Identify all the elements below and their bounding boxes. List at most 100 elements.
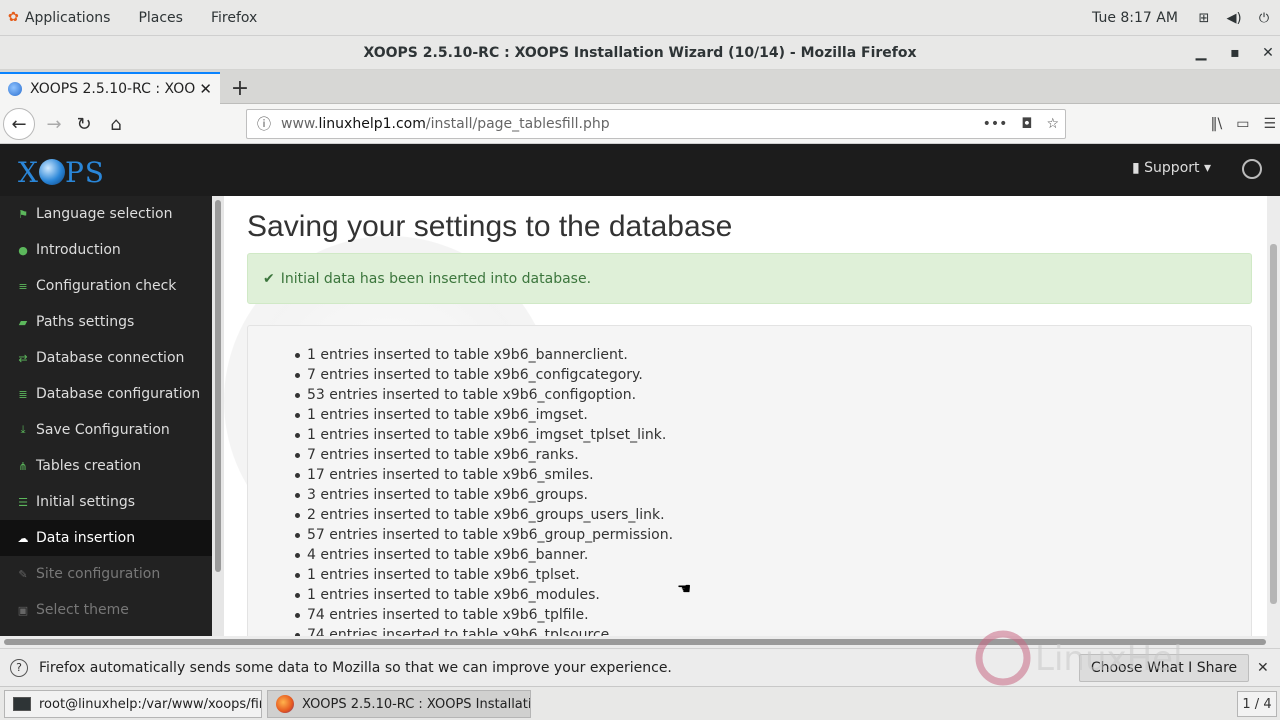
hamburger-menu-icon[interactable]: ☰ xyxy=(1263,116,1276,132)
sidebar-item-site-configuration: ✎ Site configuration xyxy=(0,556,212,592)
task-label: XOOPS 2.5.10-RC : XOOPS Installati... xyxy=(302,696,531,712)
forward-button[interactable]: → xyxy=(38,108,70,140)
logo-text-left: X xyxy=(18,156,39,189)
minimize-button[interactable]: ▁ xyxy=(1187,36,1215,70)
network-icon: ⊞ xyxy=(1198,10,1210,26)
list-item: 2 entries inserted to table x9b6_groups_… xyxy=(294,505,673,525)
sidebar-item-save-configuration[interactable]: ⤓ Save Configuration xyxy=(0,412,212,448)
power-icon: ⏻ xyxy=(1258,10,1270,26)
github-icon[interactable] xyxy=(1242,159,1262,179)
window-title: XOOPS 2.5.10-RC : XOOPS Installation Wiz… xyxy=(363,44,917,61)
sidebar-toggle-icon[interactable]: ▭ xyxy=(1236,116,1249,132)
sidebar-item-paths-settings[interactable]: ▰ Paths settings xyxy=(0,304,212,340)
horizontal-scroll-thumb[interactable] xyxy=(4,639,1266,645)
window-list-taskbar: root@linuxhelp:/var/www/xoops/fin... XOO… xyxy=(0,686,1280,720)
url-actions: ••• ◘ ☆ xyxy=(983,116,1059,132)
applications-menu[interactable]: ✿ Applications xyxy=(0,0,124,36)
url-bar[interactable]: ⓘ www.linuxhelp1.com/install/page_tables… xyxy=(246,109,1066,139)
page-title: Saving your settings to the database xyxy=(247,210,733,243)
sidebar-scroll-thumb[interactable] xyxy=(215,200,221,572)
list-item: 7 entries inserted to table x9b6_ranks. xyxy=(294,445,673,465)
data-collection-notification: ? Firefox automatically sends some data … xyxy=(0,648,1280,686)
pencil-icon: ✎ xyxy=(18,567,28,581)
sidebar-item-label: Select theme xyxy=(36,602,129,618)
alert-text: Initial data has been inserted into data… xyxy=(280,270,592,287)
list-item: 74 entries inserted to table x9b6_tplfil… xyxy=(294,605,673,625)
help-icon: ? xyxy=(10,658,28,677)
sidebar-item-introduction[interactable]: ● Introduction xyxy=(0,232,212,268)
task-terminal[interactable]: root@linuxhelp:/var/www/xoops/fin... xyxy=(4,690,262,718)
sitemap-icon: ⋔ xyxy=(18,459,28,473)
firefox-app-menu[interactable]: Firefox xyxy=(197,0,271,36)
page-actions-icon[interactable]: ••• xyxy=(983,116,1008,132)
sidebar-item-label: Introduction xyxy=(36,242,121,258)
sidebar-item-label: Database connection xyxy=(36,350,185,366)
folder-open-icon: ▰ xyxy=(18,315,28,329)
favicon-icon xyxy=(8,82,22,96)
list-item: 3 entries inserted to table x9b6_groups. xyxy=(294,485,673,505)
firefox-icon xyxy=(276,695,294,713)
close-tab-icon[interactable]: ✕ xyxy=(199,80,212,98)
reload-button[interactable]: ↻ xyxy=(68,108,100,140)
cloud-upload-icon: ☁ xyxy=(17,531,29,545)
system-tray[interactable]: ⊞ ◀) ⏻ xyxy=(1196,0,1272,36)
notification-message: Firefox automatically sends some data to… xyxy=(39,659,672,676)
site-info-icon[interactable]: ⓘ xyxy=(247,114,281,134)
horizontal-scrollbar[interactable] xyxy=(0,636,1280,648)
image-icon: ▣ xyxy=(17,603,29,617)
sidebar-item-database-connection[interactable]: ⇄ Database connection xyxy=(0,340,212,376)
applications-label: Applications xyxy=(24,9,111,26)
support-label: Support ▾ xyxy=(1144,160,1211,176)
pocket-icon[interactable]: ◘ xyxy=(1021,116,1032,132)
home-button[interactable]: ⌂ xyxy=(100,108,132,140)
sidebar-item-label: Paths settings xyxy=(36,314,135,330)
navigation-toolbar: ← → ↻ ⌂ ⓘ www.linuxhelp1.com/install/pag… xyxy=(0,104,1280,144)
sidebar-item-label: Save Configuration xyxy=(36,422,170,438)
wizard-sidebar: ⚑ Language selection ● Introduction ≡ Confi… xyxy=(0,196,212,636)
main-content: Saving your settings to the database ✔ I… xyxy=(224,196,1267,636)
sidebar-item-label: Site configuration xyxy=(36,566,161,582)
task-firefox[interactable]: XOOPS 2.5.10-RC : XOOPS Installati... xyxy=(267,690,531,718)
places-menu[interactable]: Places xyxy=(124,0,197,36)
tab-xoops[interactable]: XOOPS 2.5.10-RC : XOOPS Installation Wiz… xyxy=(0,72,220,104)
workspace-pager[interactable]: 1 / 4 xyxy=(1237,691,1277,717)
sidebar-item-data-insertion[interactable]: ☁ Data insertion xyxy=(0,520,212,556)
close-notification-icon[interactable]: ✕ xyxy=(1257,660,1269,676)
sidebar-item-tables-creation[interactable]: ⋔ Tables creation xyxy=(0,448,212,484)
clock[interactable]: Tue 8:17 AM xyxy=(1080,0,1190,36)
new-tab-button[interactable]: + xyxy=(228,74,252,102)
sidebar-item-label: Data insertion xyxy=(36,530,136,546)
language-icon: ⚑ xyxy=(18,207,28,221)
exchange-icon: ⇄ xyxy=(18,351,28,365)
list-item: 1 entries inserted to table x9b6_modules… xyxy=(294,585,673,605)
page-scrollbar[interactable] xyxy=(1267,196,1280,636)
xoops-logo[interactable]: X PS xyxy=(18,156,105,189)
list-item: 7 entries inserted to table x9b6_configc… xyxy=(294,365,673,385)
library-icon[interactable]: ‖\ xyxy=(1210,116,1222,132)
database-icon: ≣ xyxy=(18,387,28,401)
list-item: 1 entries inserted to table x9b6_tplset. xyxy=(294,565,673,585)
xoops-navbar: X PS ▮ Support ▾ xyxy=(0,144,1280,196)
sidebar-item-initial-settings[interactable]: ☰ Initial settings xyxy=(0,484,212,520)
gnome-top-bar: ✿ Applications Places Firefox Tue 8:17 AM… xyxy=(0,0,1280,36)
list-item: 53 entries inserted to table x9b6_config… xyxy=(294,385,673,405)
sidebar-item-language-selection[interactable]: ⚑ Language selection xyxy=(0,196,212,232)
info-icon: ● xyxy=(18,243,28,257)
page-scroll-thumb[interactable] xyxy=(1270,244,1277,604)
choose-what-i-share-button[interactable]: Choose What I Share xyxy=(1079,654,1249,682)
close-window-button[interactable]: ✕ xyxy=(1254,36,1280,70)
list-item: 4 entries inserted to table x9b6_banner. xyxy=(294,545,673,565)
support-menu[interactable]: ▮ Support ▾ xyxy=(1132,160,1211,176)
sidebar-scrollbar[interactable] xyxy=(212,196,224,636)
sidebar-item-database-configuration[interactable]: ≣ Database configuration xyxy=(0,376,212,412)
book-icon: ▮ xyxy=(1132,160,1145,176)
check-icon: ✔ xyxy=(263,270,275,287)
sidebar-item-configuration-check[interactable]: ≡ Configuration check xyxy=(0,268,212,304)
maximize-button[interactable]: ▪ xyxy=(1221,36,1249,70)
back-button[interactable]: ← xyxy=(3,108,35,140)
toolbar-right: ‖\ ▭ ☰ xyxy=(1210,108,1276,140)
bookmark-star-icon[interactable]: ☆ xyxy=(1046,116,1059,132)
success-alert: ✔ Initial data has been inserted into da… xyxy=(247,253,1252,304)
insertion-log: 1 entries inserted to table x9b6_bannerc… xyxy=(247,325,1252,636)
tab-bar: XOOPS 2.5.10-RC : XOOPS Installation Wiz… xyxy=(0,70,1280,104)
